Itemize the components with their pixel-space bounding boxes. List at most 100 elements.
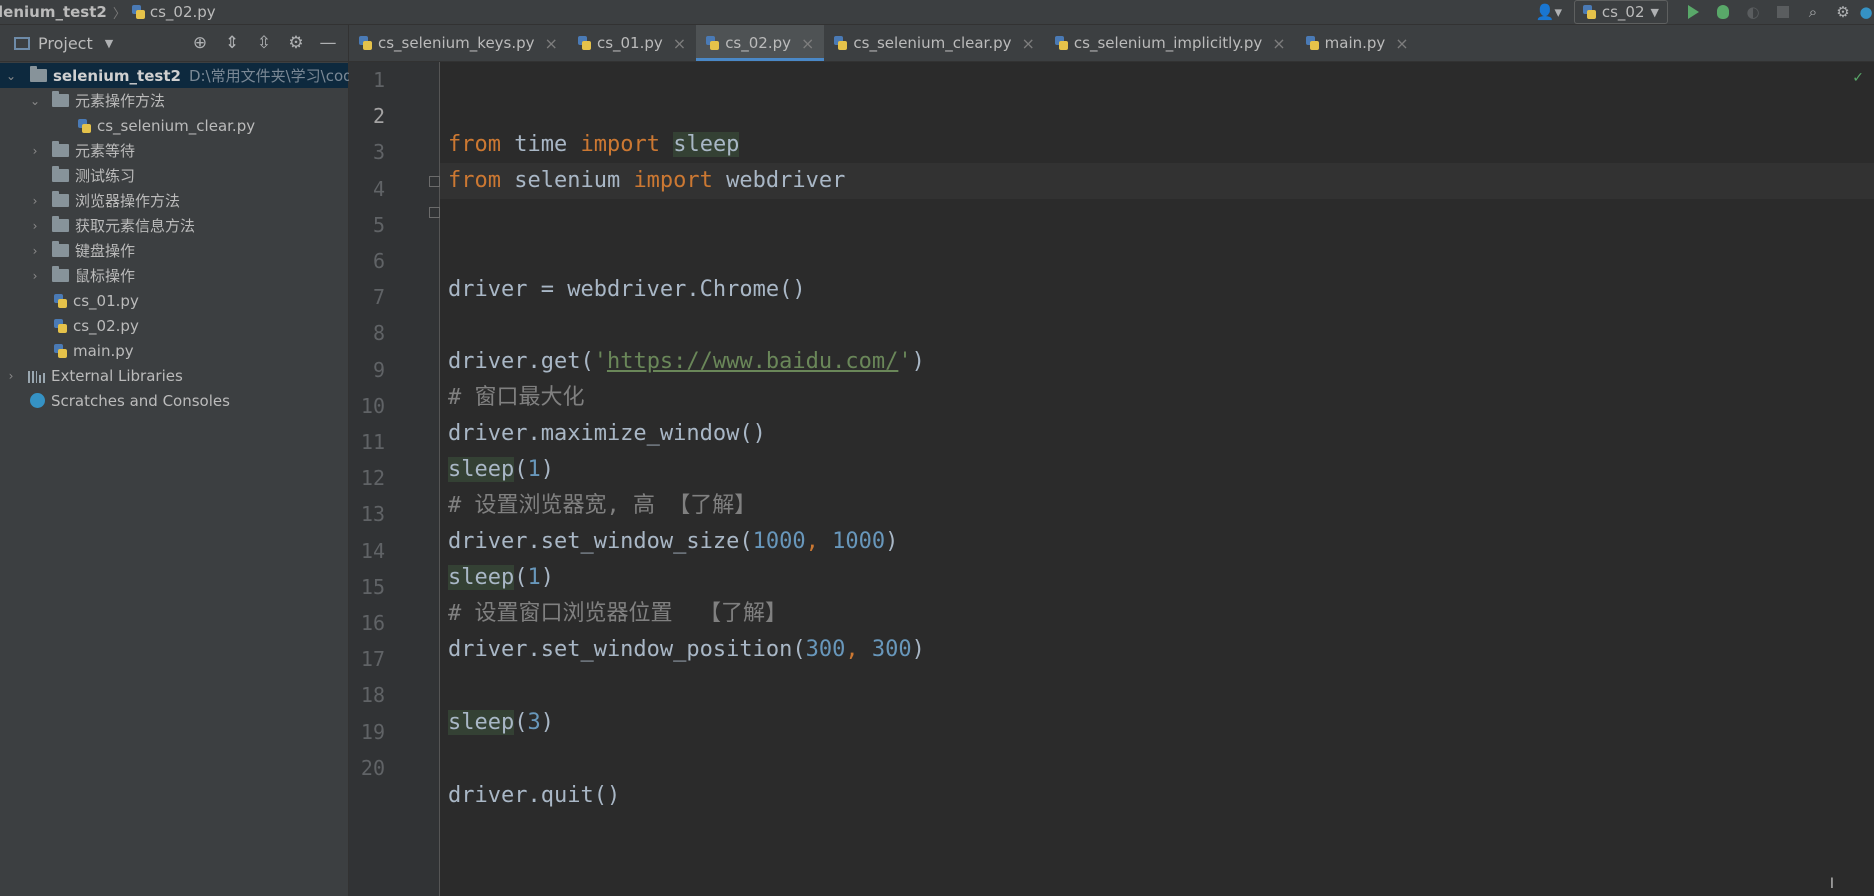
line-number: 12: [360, 466, 385, 491]
tree-item-folder[interactable]: › 获取元素信息方法: [0, 213, 348, 238]
breadcrumb-project[interactable]: lenium_test2: [0, 3, 107, 21]
chevron-right-icon[interactable]: ›: [28, 219, 42, 233]
tree-item-label: cs_01.py: [73, 291, 139, 310]
navigation-bar: lenium_test2 〉 cs_02.py 👤▾ cs_02 ▼ ◐ ⌕ ⚙…: [0, 0, 1874, 25]
expand-all-icon[interactable]: ⇕: [218, 33, 246, 53]
tree-item-file[interactable]: main.py: [0, 338, 348, 363]
tab-label: cs_selenium_clear.py: [853, 34, 1012, 52]
chevron-right-icon[interactable]: ›: [28, 244, 42, 258]
inspection-ok-icon[interactable]: ✓: [1852, 70, 1864, 86]
tree-item-folder[interactable]: › 键盘操作: [0, 238, 348, 263]
chevron-right-icon[interactable]: ›: [28, 144, 42, 158]
chevron-right-icon[interactable]: ›: [4, 369, 18, 383]
tree-item-external-libraries[interactable]: › External Libraries: [0, 363, 348, 388]
code-line-19: driver.quit(): [448, 783, 621, 808]
tree-item-folder[interactable]: › 元素等待: [0, 138, 348, 163]
breadcrumb-file-label: cs_02.py: [149, 3, 216, 21]
python-file-icon: [54, 318, 67, 333]
scratches-icon: [30, 393, 45, 408]
gear-icon[interactable]: ⚙: [1828, 0, 1858, 24]
python-file-icon: [706, 36, 720, 50]
tab-cs-selenium-implicitly[interactable]: cs_selenium_implicitly.py ×: [1045, 25, 1296, 61]
chevron-down-icon[interactable]: ⌄: [4, 69, 18, 83]
line-number: 6: [372, 249, 385, 273]
gear-icon[interactable]: ⚙: [282, 33, 310, 53]
stop-icon[interactable]: [1768, 0, 1798, 24]
line-number: 15: [360, 574, 385, 599]
toolbar-right: 👤▾ cs_02 ▼ ◐ ⌕ ⚙ ●: [1534, 0, 1874, 24]
tree-item-label: 浏览器操作方法: [75, 192, 181, 210]
run-configuration-label: cs_02: [1601, 3, 1645, 21]
line-number: 10: [360, 393, 385, 418]
python-file-icon: [78, 118, 91, 133]
line-number: 8: [372, 321, 385, 346]
plugin-icon[interactable]: ●: [1858, 0, 1874, 24]
coverage-icon[interactable]: ◐: [1738, 0, 1768, 24]
line-number: 19: [360, 719, 385, 744]
debug-icon[interactable]: [1708, 0, 1738, 24]
tree-item-file[interactable]: cs_02.py: [0, 313, 348, 338]
tab-cs-02[interactable]: cs_02.py ×: [696, 25, 825, 61]
library-icon: [28, 369, 45, 383]
project-icon: [14, 36, 30, 50]
fold-marker-icon[interactable]: [429, 176, 440, 187]
line-number: 17: [360, 647, 385, 672]
close-icon[interactable]: ×: [1395, 34, 1408, 53]
tree-item-label: selenium_test2: [53, 66, 181, 85]
line-number: 20: [360, 755, 385, 780]
python-file-icon: [1305, 36, 1319, 50]
chevron-right-icon[interactable]: ›: [28, 194, 42, 208]
close-icon[interactable]: ×: [801, 34, 814, 53]
search-icon[interactable]: ⌕: [1798, 0, 1828, 24]
line-number: 9: [372, 357, 385, 382]
url-link[interactable]: https://www.baidu.com/: [607, 349, 898, 374]
chevron-right-icon[interactable]: ›: [28, 269, 42, 283]
tree-item-label: cs_selenium_clear.py: [97, 116, 256, 135]
folder-icon: [52, 91, 69, 107]
project-view-selector[interactable]: Project ▼: [14, 34, 113, 53]
editor-tabs: cs_selenium_keys.py × cs_01.py × cs_02.p…: [349, 25, 1874, 62]
run-icon[interactable]: [1678, 0, 1708, 24]
tree-item-folder[interactable]: › 浏览器操作方法: [0, 188, 348, 213]
close-icon[interactable]: ×: [673, 34, 686, 53]
line-number-gutter: 1 2 3 4 5 6 7 8 9 10 11 12 13 14 15 16 17 18 19 20: [349, 62, 440, 896]
hide-icon[interactable]: —: [314, 33, 342, 53]
code-line-8: # 窗口最大化: [448, 385, 585, 410]
collapse-all-icon[interactable]: ⇳: [250, 33, 278, 53]
tree-item-file[interactable]: cs_selenium_clear.py: [0, 113, 348, 138]
tab-main[interactable]: main.py ×: [1296, 25, 1419, 61]
close-icon[interactable]: ×: [1022, 34, 1035, 53]
tree-item-label: Scratches and Consoles: [51, 391, 230, 410]
line-number: 4: [372, 176, 385, 201]
close-icon[interactable]: ×: [1272, 34, 1285, 53]
project-panel-header: Project ▼ ⊕ ⇕ ⇳ ⚙ —: [0, 25, 348, 62]
close-icon[interactable]: ×: [545, 34, 558, 53]
tree-item-project-root[interactable]: ⌄ selenium_test2 D:\常用文件夹\学习\code\: [0, 63, 367, 88]
tree-item-folder[interactable]: 测试练习: [0, 163, 348, 188]
tree-item-folder[interactable]: ⌄ 元素操作方法: [0, 88, 348, 113]
fold-marker-icon[interactable]: [429, 207, 440, 218]
tree-item-scratches[interactable]: Scratches and Consoles: [0, 388, 348, 413]
code-editor[interactable]: 1 2 3 4 5 6 7 8 9 10 11 12 13 14 15 16 17 18 19 20 from tim…: [349, 62, 1874, 896]
folder-icon: [52, 191, 69, 207]
chevron-down-icon[interactable]: ⌄: [28, 94, 42, 108]
tree-item-label: 获取元素信息方法: [75, 217, 196, 235]
run-configuration-selector[interactable]: cs_02 ▼: [1573, 0, 1668, 24]
locate-icon[interactable]: ⊕: [186, 33, 214, 53]
tab-label: cs_01.py: [596, 34, 663, 52]
breadcrumb-file[interactable]: cs_02.py: [131, 3, 216, 21]
line-number: 3: [372, 140, 385, 165]
code-line-14: # 设置窗口浏览器位置 【了解】: [448, 601, 787, 626]
tab-cs-selenium-keys[interactable]: cs_selenium_keys.py ×: [349, 25, 568, 61]
tab-cs-01[interactable]: cs_01.py ×: [568, 25, 696, 61]
folder-icon: [52, 216, 69, 232]
tab-cs-selenium-clear[interactable]: cs_selenium_clear.py ×: [824, 25, 1045, 61]
code-line-17: sleep(3): [448, 710, 554, 735]
tree-item-folder[interactable]: › 鼠标操作: [0, 263, 348, 288]
project-tool-window: Project ▼ ⊕ ⇕ ⇳ ⚙ — ⌄ selenium_test2 D:\…: [0, 25, 367, 896]
user-icon[interactable]: 👤▾: [1534, 0, 1564, 24]
tree-item-file[interactable]: cs_01.py: [0, 288, 348, 313]
python-file-icon: [1054, 36, 1068, 50]
code-line-12: driver.set_window_size(1000, 1000): [448, 529, 899, 554]
python-file-icon: [834, 36, 848, 50]
